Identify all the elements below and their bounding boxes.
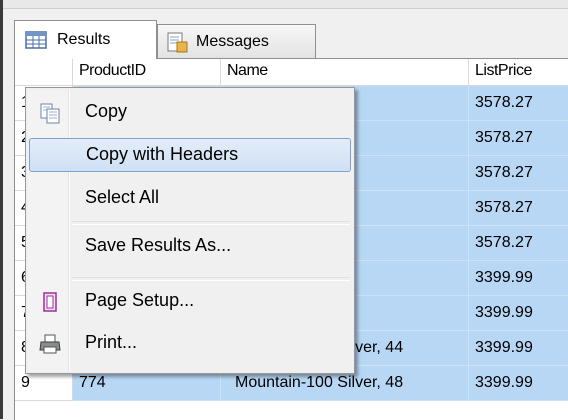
context-menu: Copy Copy with Headers Select All Save R… [25,87,355,374]
menu-item-copy-with-headers[interactable]: Copy with Headers [29,138,351,172]
tab-results[interactable]: Results [14,20,157,59]
menu-item-save-results-as[interactable]: Save Results As... [29,230,351,264]
cell-listprice[interactable]: 3578.27 [469,121,568,156]
column-header-name[interactable]: Name [221,59,469,86]
printer-icon [39,334,61,354]
window-top-frame [0,0,568,9]
menu-item-copy[interactable]: Copy [29,96,351,130]
menu-item-label: Select All [85,187,160,207]
menu-item-label: Print... [85,332,138,352]
menu-item-label: Copy [85,101,128,121]
grid-results-icon [25,31,47,49]
cell-listprice[interactable]: 3578.27 [469,191,568,226]
menu-separator [72,277,350,281]
column-header-rownum[interactable] [15,59,73,86]
window-left-edge [0,0,3,419]
tab-messages[interactable]: Messages [157,24,316,58]
cell-listprice[interactable]: 3578.27 [469,156,568,191]
menu-item-select-all[interactable]: Select All [29,182,351,216]
menu-item-page-setup[interactable]: Page Setup... [29,285,351,319]
cell-listprice[interactable]: 3399.99 [469,261,568,296]
tab-messages-label: Messages [196,32,269,50]
menu-separator [72,221,350,225]
copy-icon [40,103,60,124]
cell-listprice[interactable]: 3578.27 [469,86,568,121]
cell-listprice[interactable]: 3399.99 [469,366,568,401]
cell-listprice[interactable]: 3399.99 [469,331,568,366]
result-tabstrip: Results Messages [3,14,568,59]
menu-item-label: Copy with Headers [86,144,239,164]
cell-listprice[interactable]: 3578.27 [469,226,568,261]
tab-results-label: Results [57,31,111,48]
column-header-listprice[interactable]: ListPrice [469,59,568,86]
page-setup-icon [43,292,57,312]
menu-item-label: Save Results As... [85,235,232,255]
column-header-productid[interactable]: ProductID [73,59,221,86]
messages-icon [167,32,188,52]
cell-listprice[interactable]: 3399.99 [469,296,568,331]
menu-item-print[interactable]: Print... [29,327,351,361]
menu-item-label: Page Setup... [85,290,195,310]
